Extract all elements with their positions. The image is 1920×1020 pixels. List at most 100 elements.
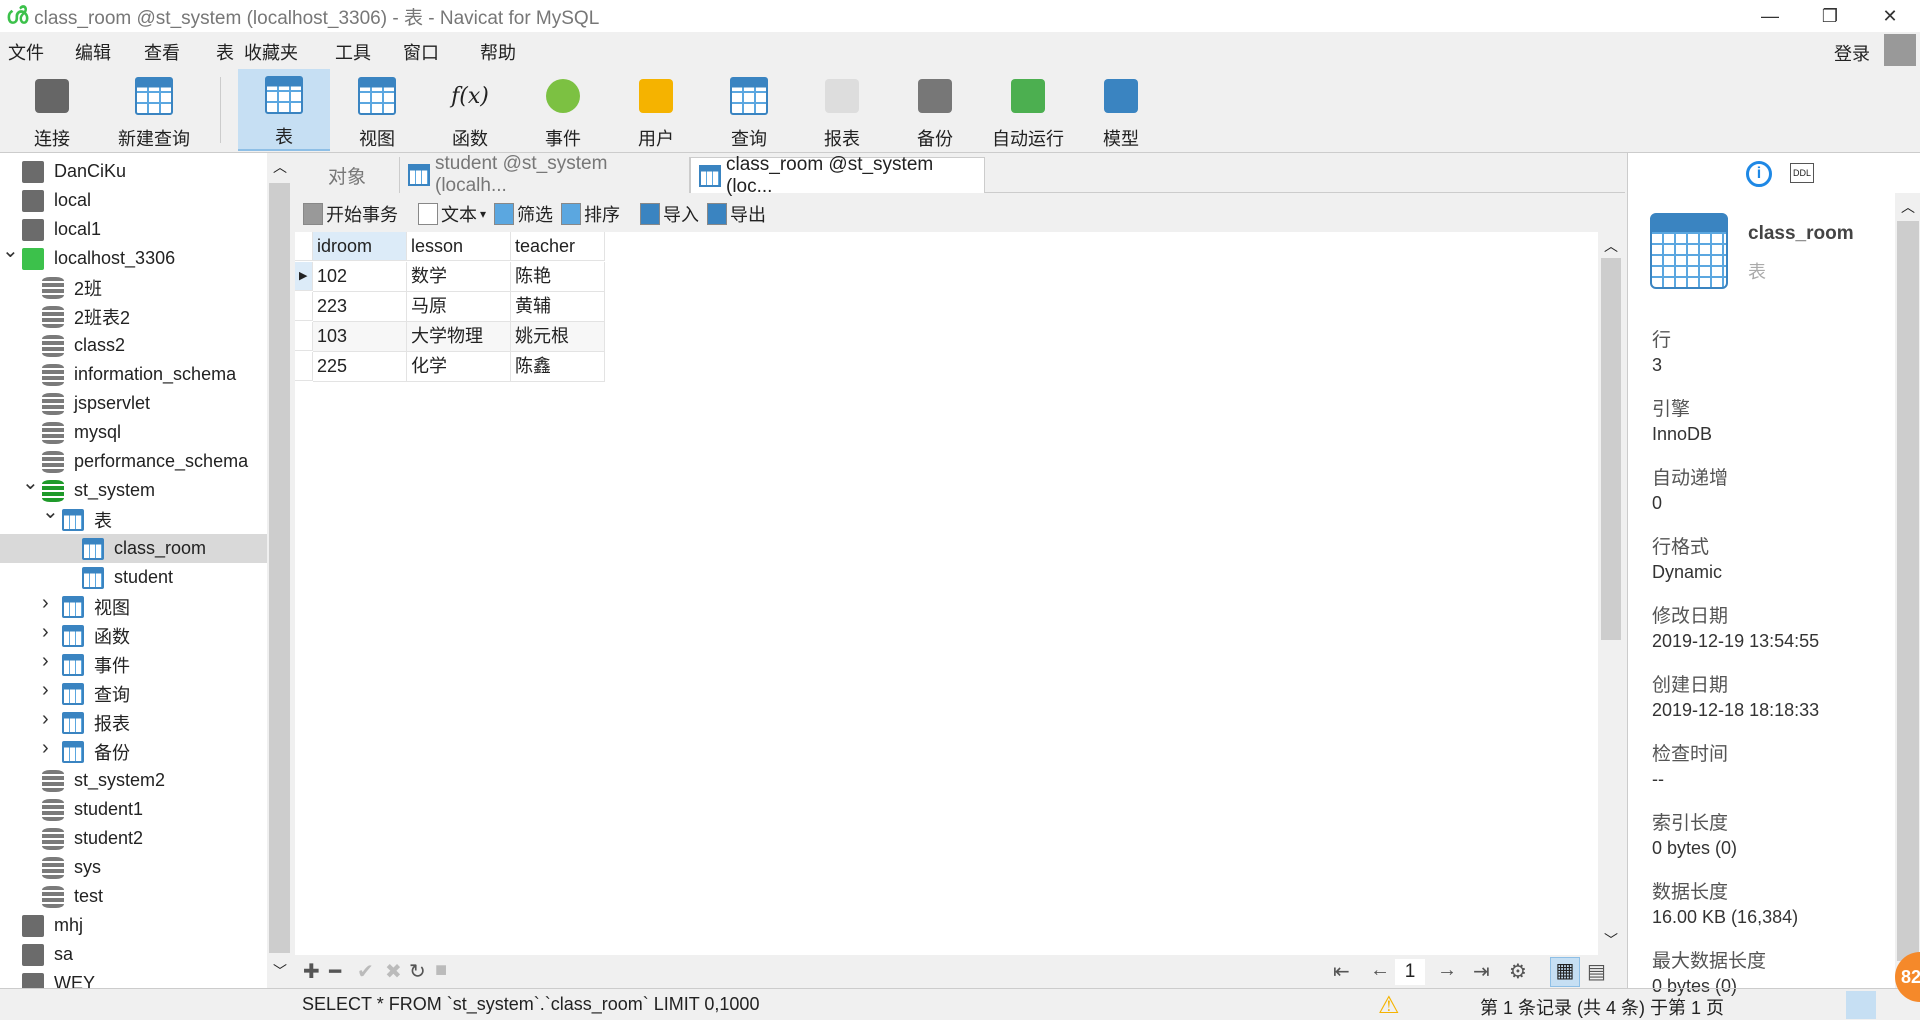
scroll-down-icon[interactable]: ﹀ <box>273 961 287 981</box>
tree-scroll-thumb[interactable] <box>269 183 290 953</box>
tree-item-sa[interactable]: sa <box>0 940 267 969</box>
tree-item-local1[interactable]: local1 <box>0 215 267 244</box>
table-cell[interactable]: 马原 <box>407 292 511 322</box>
toolbar-view-button[interactable]: 视图 <box>331 69 423 151</box>
row-marker[interactable] <box>295 292 313 321</box>
settings-gear-icon[interactable]: ⚙ <box>1509 959 1527 984</box>
apply-button[interactable]: ✔ <box>357 959 374 984</box>
refresh-button[interactable]: ↻ <box>409 959 426 984</box>
menu-2[interactable]: 查看 <box>144 39 180 65</box>
column-header-teacher[interactable]: teacher <box>511 232 605 261</box>
tree-item-class_room[interactable]: class_room <box>0 534 267 563</box>
menu-6[interactable]: 窗口 <box>403 39 439 65</box>
scroll-down-icon[interactable]: ﹀ <box>1604 930 1618 950</box>
import-button[interactable]: 导入 <box>640 201 699 227</box>
menu-5[interactable]: 工具 <box>335 39 371 65</box>
scroll-up-icon[interactable]: ︿ <box>1604 236 1618 256</box>
info-scroll-thumb[interactable] <box>1897 221 1919 961</box>
chevron-down-icon[interactable]: ⌄ <box>2 238 19 263</box>
toolbar-clock-button[interactable]: 事件 <box>517 69 609 151</box>
avatar[interactable] <box>1884 34 1916 66</box>
table-cell[interactable]: 102 <box>313 262 407 292</box>
table-cell[interactable]: 姚元根 <box>511 322 605 352</box>
discard-button[interactable]: ✖ <box>385 959 402 984</box>
restore-button[interactable]: ❐ <box>1800 0 1860 32</box>
tab-0[interactable]: 对象 <box>295 157 400 193</box>
stop-button[interactable]: ■ <box>435 959 447 982</box>
tree-item-class2[interactable]: class2 <box>0 331 267 360</box>
tree-item-sys[interactable]: sys <box>0 853 267 882</box>
tree-item-student2[interactable]: student2 <box>0 824 267 853</box>
tree-item-mhj[interactable]: mhj <box>0 911 267 940</box>
scroll-up-icon[interactable]: ︿ <box>1901 197 1915 217</box>
tree-item-查询[interactable]: › 查询 <box>0 679 267 708</box>
tree-item-student[interactable]: student <box>0 563 267 592</box>
table-cell[interactable]: 223 <box>313 292 407 322</box>
menu-1[interactable]: 编辑 <box>75 39 111 65</box>
menu-7[interactable]: 帮助 <box>480 39 516 65</box>
toolbar-new-query-button[interactable]: 新建查询 <box>108 69 200 151</box>
toolbar-connection-plug-button[interactable]: 连接 <box>6 69 98 151</box>
grid-scrollbar[interactable]: ︿ ﹀ <box>1598 232 1624 955</box>
warning-icon[interactable]: ⚠ <box>1378 991 1400 1020</box>
info-icon[interactable]: i <box>1746 161 1772 187</box>
form-view-button[interactable]: ▤ <box>1587 959 1606 984</box>
scroll-up-icon[interactable]: ︿ <box>273 157 287 177</box>
toolbar-user-button[interactable]: 用户 <box>610 69 702 151</box>
add-record-button[interactable]: ✚ <box>303 959 320 984</box>
text-button[interactable]: 文本 ▾ <box>418 201 486 227</box>
tree-item-st_system2[interactable]: st_system2 <box>0 766 267 795</box>
tree-item-test[interactable]: test <box>0 882 267 911</box>
tree-item-student1[interactable]: student1 <box>0 795 267 824</box>
last-page-button[interactable]: ⇥ <box>1473 959 1490 984</box>
row-marker[interactable]: ▶ <box>295 262 313 291</box>
prev-page-button[interactable]: ← <box>1370 959 1390 982</box>
tree-item-localhost_3306[interactable]: ⌄ localhost_3306 <box>0 240 267 273</box>
tree-item-2班[interactable]: 2班 <box>0 273 267 302</box>
table-cell[interactable]: 陈艳 <box>511 262 605 292</box>
toolbar-report-button[interactable]: 报表 <box>796 69 888 151</box>
filter-button[interactable]: 筛选 <box>494 201 553 227</box>
menu-3[interactable]: 表 <box>216 39 234 65</box>
tab-1[interactable]: student @st_system (localh... <box>400 153 690 196</box>
toolbar-query-button[interactable]: 查询 <box>703 69 795 151</box>
menu-4[interactable]: 收藏夹 <box>244 39 298 65</box>
tree-item-local[interactable]: local <box>0 186 267 215</box>
tree-item-jspservlet[interactable]: jspservlet <box>0 389 267 418</box>
tree-item-报表[interactable]: › 报表 <box>0 708 267 737</box>
ddl-button[interactable]: DDL <box>1790 163 1815 183</box>
info-scrollbar[interactable]: ︿ <box>1895 193 1920 988</box>
menu-0[interactable]: 文件 <box>8 39 44 65</box>
chevron-right-icon[interactable]: › <box>42 708 49 731</box>
chevron-right-icon[interactable]: › <box>42 679 49 702</box>
tree-item-information_schema[interactable]: information_schema <box>0 360 267 389</box>
chevron-right-icon[interactable]: › <box>42 650 49 673</box>
grid-scroll-thumb[interactable] <box>1601 258 1621 640</box>
login-link[interactable]: 登录 <box>1834 40 1870 66</box>
tree-scrollbar[interactable]: ︿ ﹀ <box>267 153 292 988</box>
dropdown-arrow-icon[interactable]: ▾ <box>480 207 486 221</box>
table-cell[interactable]: 化学 <box>407 352 511 382</box>
chevron-down-icon[interactable]: ⌄ <box>22 470 39 495</box>
delete-record-button[interactable]: ━ <box>329 959 341 984</box>
first-page-button[interactable]: ⇤ <box>1333 959 1350 984</box>
tree-item-视图[interactable]: › 视图 <box>0 592 267 621</box>
tree-item-函数[interactable]: › 函数 <box>0 621 267 650</box>
grid-view-button[interactable]: ▦ <box>1550 957 1580 987</box>
sort-button[interactable]: 排序 <box>561 201 620 227</box>
tree-item-备份[interactable]: › 备份 <box>0 737 267 766</box>
tree-item-performance_schema[interactable]: performance_schema <box>0 447 267 476</box>
chevron-down-icon[interactable]: ⌄ <box>42 499 59 524</box>
page-number-input[interactable]: 1 <box>1395 959 1425 985</box>
table-cell[interactable]: 大学物理 <box>407 322 511 352</box>
row-marker[interactable] <box>295 322 313 351</box>
toolbar-schedule-button[interactable]: 自动运行 <box>982 69 1074 151</box>
close-button[interactable]: ✕ <box>1860 0 1920 32</box>
table-cell[interactable]: 数学 <box>407 262 511 292</box>
table-cell[interactable]: 陈鑫 <box>511 352 605 382</box>
column-header-lesson[interactable]: lesson <box>407 232 511 261</box>
export-button[interactable]: 导出 <box>707 201 766 227</box>
toolbar-model-button[interactable]: 模型 <box>1075 69 1167 151</box>
toolbar-function-button[interactable]: f(x) 函数 <box>424 69 516 151</box>
tree-item-WEY[interactable]: WEY <box>0 969 267 988</box>
